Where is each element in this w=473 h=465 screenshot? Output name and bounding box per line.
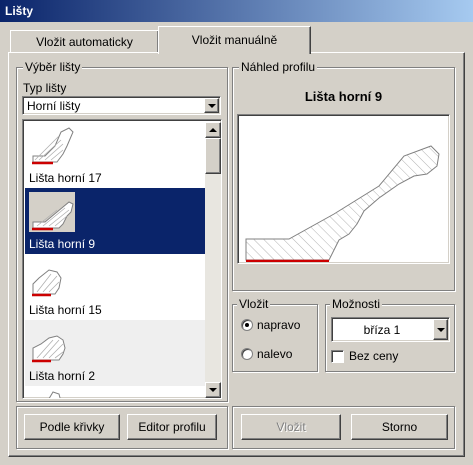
profile-type-label: Typ lišty xyxy=(23,81,67,95)
chevron-up-icon xyxy=(209,128,217,132)
profile-thumbnail-icon xyxy=(32,127,74,165)
radio-selected-icon xyxy=(245,323,249,327)
scroll-thumb[interactable] xyxy=(205,138,221,174)
profile-list-viewport: Lišta horní 17 Lišta horní 9 Lišta horní… xyxy=(25,122,207,398)
no-price-label: Bez ceny xyxy=(349,349,399,363)
profile-list-scrollbar[interactable] xyxy=(205,122,221,398)
list-item-label: Lišta horní 17 xyxy=(29,171,102,185)
options-legend: Možnosti xyxy=(330,297,383,311)
profile-preview-drawing xyxy=(245,145,440,262)
list-item-profile-15[interactable]: Lišta horní 15 xyxy=(25,254,207,320)
scroll-down-button[interactable] xyxy=(205,382,221,398)
profile-selection-legend: Výběr lišty xyxy=(23,60,83,74)
profile-preview-legend: Náhled profilu xyxy=(239,60,318,74)
tab-insert-manual[interactable]: Vložit manuálně xyxy=(158,26,311,54)
chevron-down-icon xyxy=(207,103,216,108)
radio-right[interactable] xyxy=(241,319,253,331)
profile-type-dropdown[interactable]: Horní lišty xyxy=(22,96,221,115)
profile-preview-canvas xyxy=(237,114,450,264)
material-value: bříza 1 xyxy=(363,323,401,337)
radio-left[interactable] xyxy=(241,348,253,360)
profile-editor-button[interactable]: Editor profilu xyxy=(127,414,217,440)
material-dropdown[interactable]: bříza 1 xyxy=(331,317,450,342)
profile-thumbnail-icon xyxy=(48,391,61,398)
profile-type-dropdown-button[interactable] xyxy=(204,98,219,113)
chevron-down-icon xyxy=(436,327,445,332)
profile-thumbnail-icon xyxy=(29,192,75,232)
list-item-label: Lišta horní 9 xyxy=(29,237,96,251)
list-item-label: Lišta horní 15 xyxy=(29,303,102,317)
profile-type-value: Horní lišty xyxy=(27,99,81,113)
list-item-profile-9[interactable]: Lišta horní 9 xyxy=(25,188,207,254)
tab-insert-automatic[interactable]: Vložit automaticky xyxy=(10,30,159,52)
profile-thumbnail-icon xyxy=(32,335,66,363)
list-item-label: Lišta horní 2 xyxy=(29,369,96,383)
chevron-down-icon xyxy=(209,388,217,392)
insert-side-group: Vložit xyxy=(232,297,318,372)
curve-button[interactable]: Podle křivky xyxy=(24,414,120,440)
radio-left-label: nalevo xyxy=(257,347,293,361)
radio-right-label: napravo xyxy=(257,318,301,332)
cancel-button[interactable]: Storno xyxy=(351,414,448,440)
profile-list: Lišta horní 17 Lišta horní 9 Lišta horní… xyxy=(22,119,222,399)
list-item-profile-2[interactable]: Lišta horní 2 xyxy=(25,320,207,386)
insert-button[interactable]: Vložit xyxy=(241,414,341,440)
material-dropdown-button[interactable] xyxy=(433,319,448,340)
no-price-checkbox[interactable] xyxy=(331,350,344,363)
profile-thumbnail-icon xyxy=(32,269,62,297)
list-item-partial[interactable] xyxy=(25,386,207,398)
list-item-profile-17[interactable]: Lišta horní 17 xyxy=(25,122,207,188)
insert-side-legend: Vložit xyxy=(237,297,271,311)
window-title: Lišty xyxy=(0,0,473,22)
preview-title: Lišta horní 9 xyxy=(304,89,383,104)
scroll-up-button[interactable] xyxy=(205,122,221,138)
